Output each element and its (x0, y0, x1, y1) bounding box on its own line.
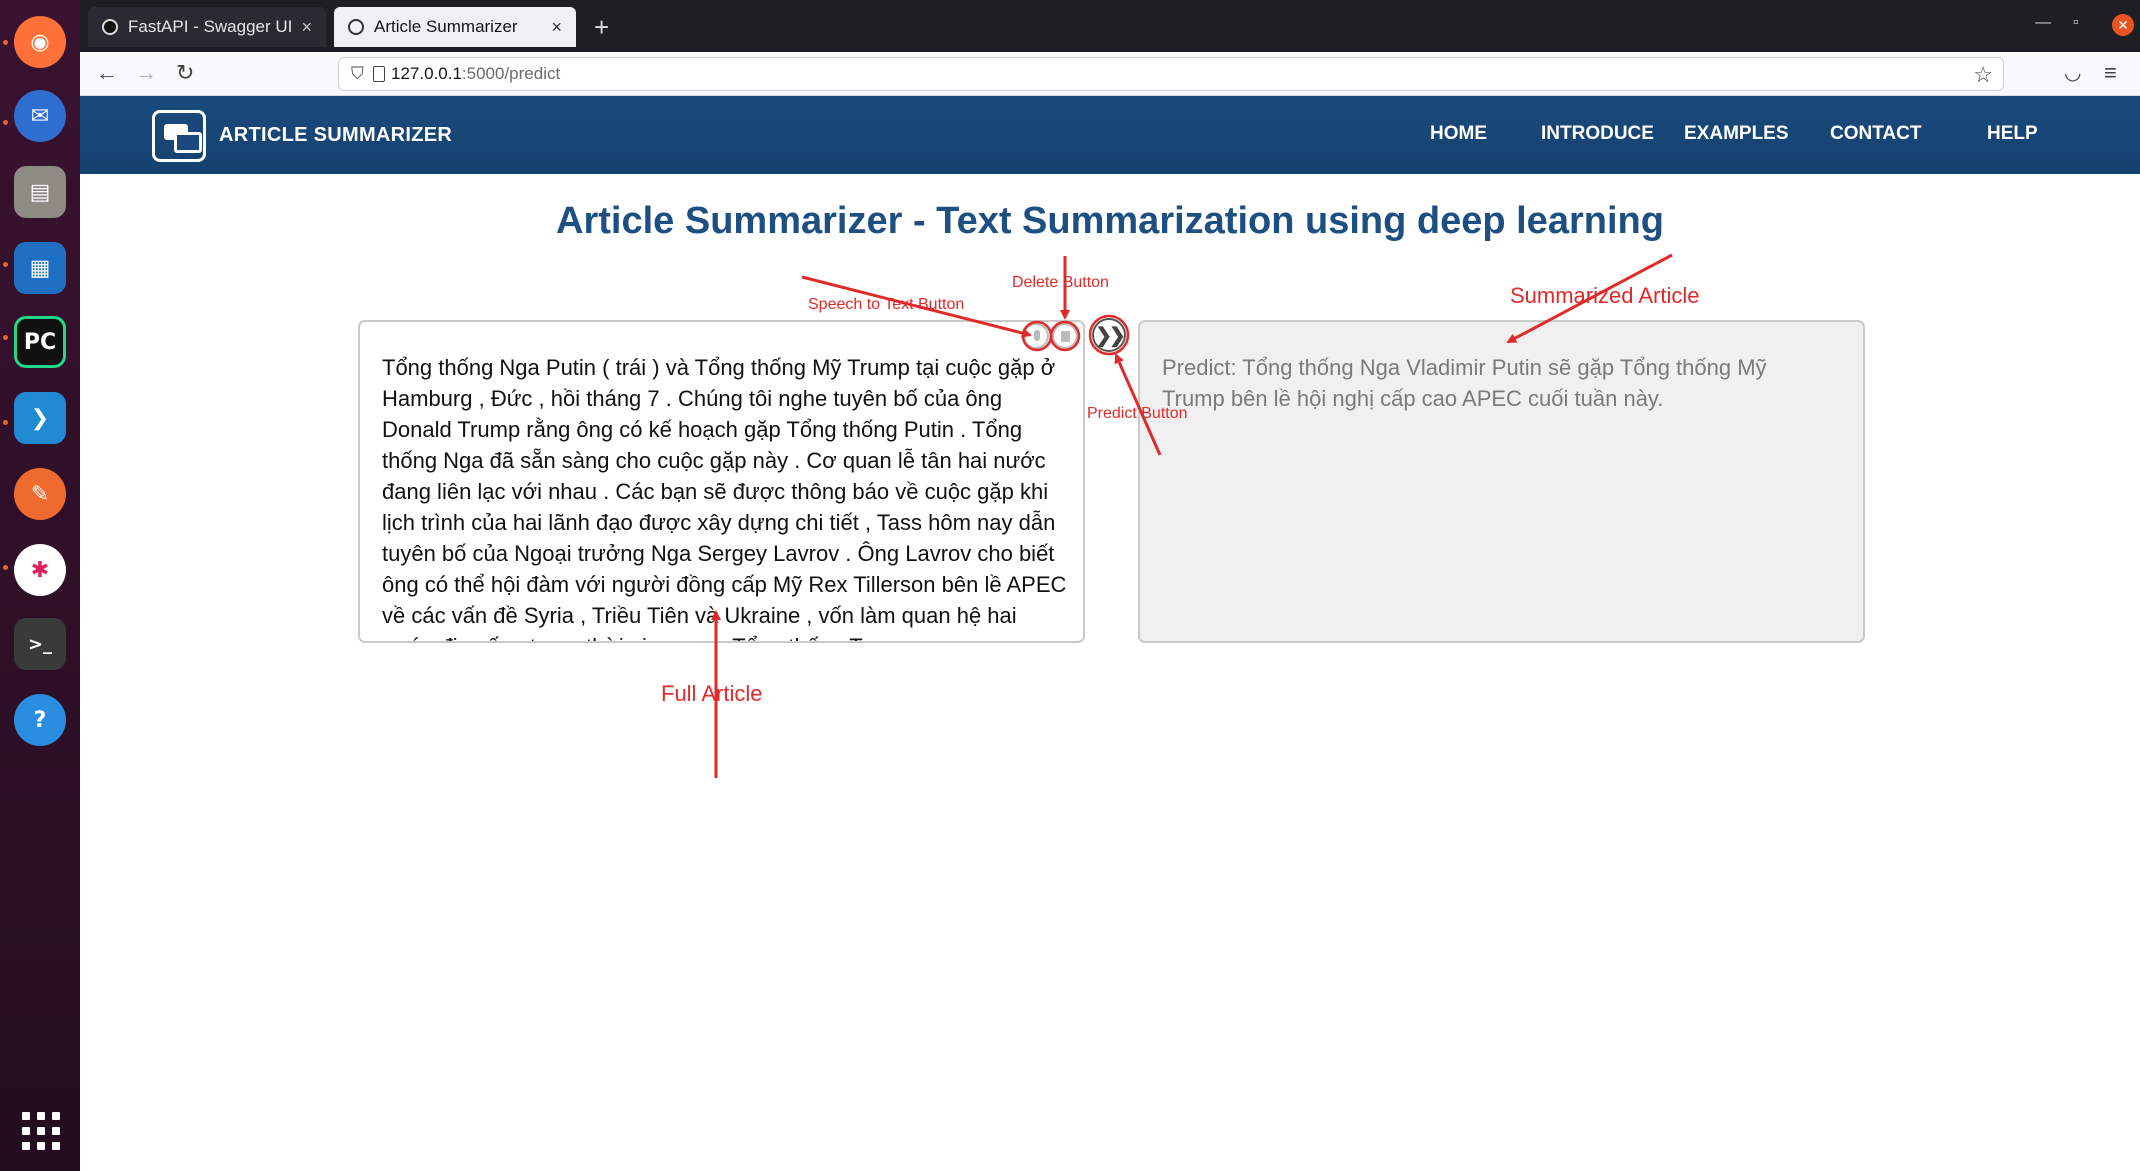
summary-output-box: Predict: Tổng thống Nga Vladimir Putin s… (1138, 320, 1865, 643)
tab-title: FastAPI - Swagger UI (128, 17, 293, 36)
menu-icon[interactable]: ≡ (2104, 60, 2117, 86)
new-tab-button[interactable]: + (594, 12, 609, 43)
nav-home[interactable]: HOME (1430, 123, 1487, 145)
close-tab-icon[interactable]: × (551, 17, 562, 38)
shield-icon[interactable]: ⛉ (351, 64, 364, 84)
screen: ◉ ✉ ▤ ▦ PC ❯ ✎ ✱ >_ ? FastAPI - Swagger … (0, 0, 2140, 1171)
ubuntu-dock: ◉ ✉ ▤ ▦ PC ❯ ✎ ✱ >_ ? (0, 0, 80, 1171)
url-path: :5000/predict (461, 64, 561, 83)
chat-logo-icon[interactable] (152, 110, 206, 162)
writer-icon[interactable]: ▦ (14, 242, 66, 294)
tab-title: Article Summarizer (374, 17, 518, 36)
terminal-icon[interactable]: >_ (14, 618, 66, 670)
page-info-icon[interactable] (373, 66, 385, 82)
page-title: Article Summarizer - Text Summarization … (556, 200, 1664, 242)
nav-help[interactable]: HELP (1987, 123, 2038, 145)
files-icon[interactable]: ▤ (14, 166, 66, 218)
trash-icon (1061, 331, 1070, 342)
article-input-text[interactable]: Tổng thống Nga Putin ( trái ) và Tổng th… (382, 352, 1072, 641)
browser-tab-bar: FastAPI - Swagger UI × Article Summarize… (80, 0, 2140, 52)
maximize-icon[interactable]: ▫ (2073, 14, 2079, 32)
microphone-icon (1034, 330, 1040, 341)
predict-button[interactable]: ❯❯ (1092, 318, 1126, 352)
tab-article-summarizer[interactable]: Article Summarizer × (334, 7, 576, 47)
nav-examples[interactable]: EXAMPLES (1684, 123, 1789, 145)
help-icon[interactable]: ? (14, 694, 66, 746)
double-chevron-right-icon: ❯❯ (1095, 324, 1125, 347)
browser-navigation-bar: ← → ↻ ⛉ 127.0.0.1 :5000/predict ☆ ◡ ≡ (80, 52, 2140, 96)
annotation-full-article-label: Full Article (661, 681, 763, 706)
postman-icon[interactable]: ✎ (14, 468, 66, 520)
globe-icon (348, 19, 364, 35)
delete-button[interactable] (1052, 323, 1078, 349)
pocket-icon[interactable]: ◡ (2064, 60, 2081, 85)
firefox-icon[interactable]: ◉ (14, 16, 66, 68)
reload-icon[interactable]: ↻ (176, 60, 194, 86)
url-bar[interactable]: ⛉ 127.0.0.1 :5000/predict ☆ (338, 57, 2004, 91)
pycharm-icon[interactable]: PC (14, 316, 66, 368)
summary-output-text: Predict: Tổng thống Nga Vladimir Putin s… (1162, 355, 1767, 411)
site-header: ARTICLE SUMMARIZER HOME INTRODUCE EXAMPL… (80, 96, 2140, 174)
show-applications-icon[interactable] (22, 1112, 60, 1150)
running-indicator (3, 420, 8, 425)
forward-icon[interactable]: → (135, 60, 157, 86)
thunderbird-icon[interactable]: ✉ (14, 90, 66, 142)
speech-to-text-button[interactable] (1023, 323, 1049, 349)
minimize-icon[interactable]: — (2035, 14, 2051, 32)
annotation-summarized-label: Summarized Article (1510, 283, 1700, 308)
annotation-predict-label: Predict Button (1087, 405, 1188, 422)
back-icon[interactable]: ← (96, 60, 118, 86)
site-brand[interactable]: ARTICLE SUMMARIZER (219, 124, 452, 147)
bookmark-star-icon[interactable]: ☆ (1973, 62, 1993, 88)
slack-icon[interactable]: ✱ (14, 544, 66, 596)
nav-contact[interactable]: CONTACT (1830, 123, 1921, 145)
window-close-icon[interactable]: ✕ (2112, 14, 2134, 36)
running-indicator (3, 262, 8, 267)
running-indicator (3, 120, 8, 125)
close-tab-icon[interactable]: × (301, 17, 312, 38)
running-indicator (3, 565, 8, 570)
tab-fastapi-swagger[interactable]: FastAPI - Swagger UI × (88, 7, 326, 47)
running-indicator (3, 40, 8, 45)
vscode-icon[interactable]: ❯ (14, 392, 66, 444)
annotation-speech-label: Speech to Text Button (808, 296, 965, 313)
article-input-box[interactable]: Tổng thống Nga Putin ( trái ) và Tổng th… (358, 320, 1085, 643)
url-host: 127.0.0.1 (391, 64, 462, 83)
favicon-icon (102, 19, 118, 35)
running-indicator (3, 335, 8, 340)
nav-introduce[interactable]: INTRODUCE (1541, 123, 1654, 145)
annotation-delete-label: Delete Button (1012, 274, 1109, 291)
